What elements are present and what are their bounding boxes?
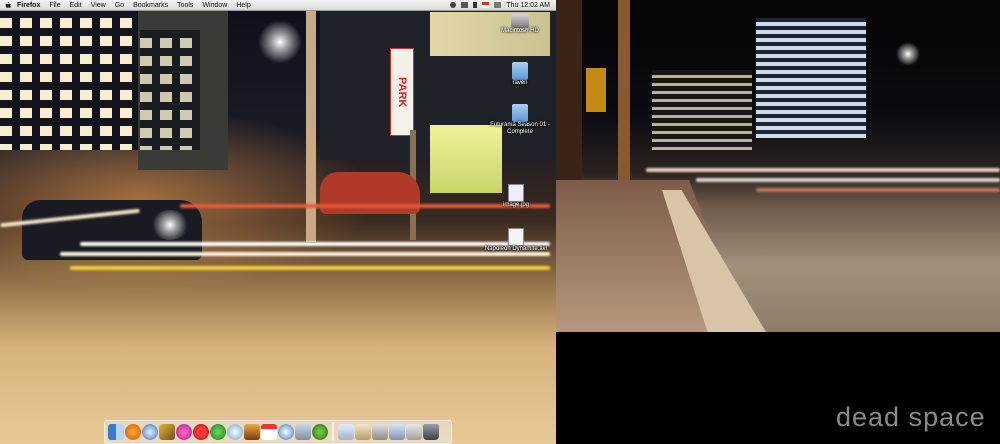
light-streak	[696, 178, 1000, 182]
park-sign-text: PARK	[396, 76, 408, 108]
park-sign: PARK	[390, 48, 414, 136]
document-icon[interactable]	[355, 424, 371, 440]
wallpaper-streetlight-glow	[896, 42, 920, 66]
itunes-icon[interactable]	[227, 424, 243, 440]
dock-separator	[332, 423, 334, 441]
flower-icon[interactable]	[176, 424, 192, 440]
wallpaper-building-left	[0, 10, 140, 150]
firefox-icon[interactable]	[125, 424, 141, 440]
apple-icon[interactable]	[4, 1, 12, 9]
window-icon[interactable]	[389, 424, 405, 440]
garageband-icon[interactable]	[244, 424, 260, 440]
image-file-icon	[508, 184, 524, 202]
folder-icon	[512, 104, 528, 122]
menu-window[interactable]: Window	[202, 2, 227, 9]
desktop-icon-label: Napoleon Dynamite.avi	[484, 246, 548, 252]
finder-icon[interactable]	[108, 424, 124, 440]
menu-clock[interactable]: Thu 12:02 AM	[506, 2, 550, 9]
left-display-desktop: PARK Firefox File Edit View Go Bookmarks…	[0, 0, 556, 444]
light-streak	[80, 242, 550, 246]
document-icon[interactable]	[338, 424, 354, 440]
ical-icon[interactable]	[261, 424, 277, 440]
wallpaper-lit-building	[652, 70, 752, 150]
watermark-text: dead space	[836, 402, 986, 432]
clock-icon[interactable]	[278, 424, 294, 440]
menu-tools[interactable]: Tools	[177, 2, 193, 9]
desktop-icon-futurama[interactable]: Futurama Season 01 - Complete	[488, 104, 552, 136]
chat-icon[interactable]	[210, 424, 226, 440]
hard-drive-icon	[511, 14, 529, 28]
trash-icon[interactable]	[423, 424, 439, 440]
menu-file[interactable]: File	[49, 2, 60, 9]
menu-go[interactable]: Go	[115, 2, 124, 9]
volume-icon[interactable]	[473, 2, 478, 8]
menu-help[interactable]: Help	[236, 2, 250, 9]
desktop-icon-label: image.jpg	[502, 202, 529, 208]
menu-edit[interactable]: Edit	[70, 2, 82, 9]
window-icon[interactable]	[406, 424, 422, 440]
menu-bookmarks[interactable]: Bookmarks	[133, 2, 168, 9]
desktop-icon-label: Macintosh HD	[501, 28, 539, 34]
light-streak	[60, 252, 550, 256]
menu-firefox[interactable]: Firefox	[17, 2, 40, 9]
wallpaper-lit-building	[756, 18, 866, 138]
window-icon[interactable]	[372, 424, 388, 440]
safari-icon[interactable]	[142, 424, 158, 440]
right-display-wallpaper	[556, 0, 1000, 332]
battery-icon[interactable]	[494, 2, 502, 8]
menu-view[interactable]: View	[91, 2, 106, 9]
light-streak	[70, 266, 550, 270]
user-icon[interactable]	[450, 2, 457, 8]
wallpaper-traffic-light	[586, 68, 606, 112]
menu-extras: Thu 12:02 AM	[450, 2, 556, 9]
flag-icon[interactable]	[482, 2, 490, 8]
desktop-icon-macintosh-hd[interactable]: Macintosh HD	[488, 14, 552, 35]
light-streak	[646, 168, 1000, 172]
alien-icon[interactable]	[312, 424, 328, 440]
wallpaper-headlight	[150, 210, 190, 240]
video-file-icon	[508, 228, 524, 246]
wallpaper-streetlight-glow	[258, 20, 302, 64]
address-book-icon[interactable]	[295, 424, 311, 440]
wallpaper-building-center-windows	[140, 30, 200, 150]
desktop-icon-label: raven	[512, 80, 528, 86]
dock	[104, 420, 452, 444]
light-streak	[756, 188, 1000, 192]
folder-icon	[512, 62, 528, 80]
bluetooth-icon[interactable]	[461, 2, 469, 8]
pencil-icon[interactable]	[159, 424, 175, 440]
menu-bar: Firefox File Edit View Go Bookmarks Tool…	[0, 0, 556, 11]
opera-icon[interactable]	[193, 424, 209, 440]
desktop-icon-napoleon-dynamite[interactable]: Napoleon Dynamite.avi	[484, 228, 548, 253]
desktop-icon-raven[interactable]: raven	[488, 62, 552, 87]
desktop-icon-label: Futurama Season 01 - Complete	[490, 122, 550, 135]
desktop-icon-image-jpg[interactable]: image.jpg	[484, 184, 548, 209]
